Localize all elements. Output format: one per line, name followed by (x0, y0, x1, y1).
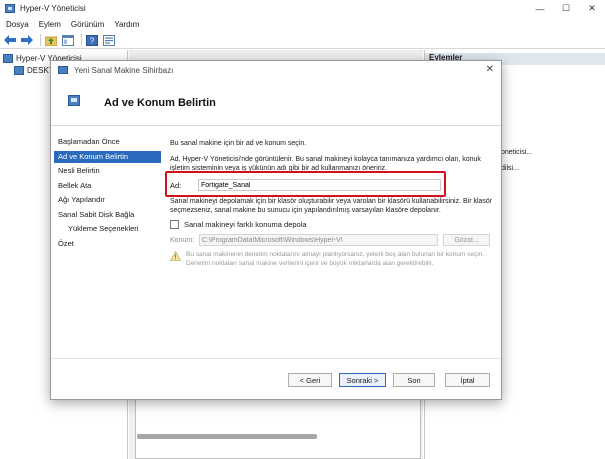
finish-button[interactable]: Son (393, 373, 435, 387)
dialog-close-button[interactable]: ✕ (486, 64, 494, 75)
console-tree-icon[interactable] (61, 33, 75, 47)
back-button[interactable]: < Geri (288, 373, 332, 387)
name-label: Ad: (170, 180, 182, 190)
store-different-location-checkbox[interactable] (170, 220, 179, 229)
maximize-button[interactable]: ☐ (553, 0, 579, 17)
action-item[interactable]: oneticisi... (501, 149, 532, 156)
menu-view[interactable]: Görünüm (71, 20, 104, 29)
wizard-body: Başlamadan Önce Ad ve Konum Belirtin Nes… (51, 127, 501, 358)
dialog-titlebar: Yeni Sanal Makine Sihirbazı ✕ (51, 61, 501, 79)
wizard-icon (58, 66, 68, 74)
toolbar-separator (81, 34, 82, 46)
svg-text:?: ? (90, 36, 95, 45)
wizard-page-title: Ad ve Konum Belirtin (104, 97, 216, 109)
description-text: Ad, Hyper-V Yöneticisi'nde görüntülenir.… (170, 156, 481, 172)
location-input[interactable] (198, 234, 439, 246)
virtual-machine-icon (68, 95, 80, 106)
tree-server-node[interactable]: DESKT (14, 66, 54, 75)
step-name-location[interactable]: Ad ve Konum Belirtin (54, 150, 161, 163)
toolbar: ? (0, 32, 605, 49)
warning-row: Bu sanal makinenin denetim noktalarını a… (169, 250, 490, 268)
storage-info-text: Sanal makineyi depolamak için bir klasör… (170, 198, 493, 214)
toolbar-separator (40, 34, 41, 46)
cancel-button[interactable]: İptal (445, 373, 490, 387)
step-memory[interactable]: Bellek Ata (54, 180, 161, 192)
menu-file[interactable]: Dosya (6, 20, 29, 29)
menu-action[interactable]: Eylem (39, 20, 61, 29)
location-row: Konum: Gözat... (170, 234, 490, 246)
step-install-options[interactable]: Yükleme Seçenekleri (54, 223, 161, 235)
properties-icon[interactable] (102, 33, 116, 47)
help-icon[interactable]: ? (85, 33, 99, 47)
back-arrow-icon[interactable] (3, 33, 17, 47)
step-virtual-disk[interactable]: Sanal Sabit Disk Bağla (54, 209, 161, 221)
main-window-title: Hyper-V Yöneticisi (20, 4, 86, 13)
next-button[interactable]: Sonraki > (339, 373, 386, 387)
menu-help[interactable]: Yardım (114, 20, 139, 29)
warning-icon (169, 250, 182, 268)
intro-text: Bu sanal makine için bir ad ve konum seç… (170, 140, 307, 147)
minimize-button[interactable]: — (527, 0, 553, 17)
horizontal-scrollbar[interactable] (137, 434, 317, 439)
browse-button[interactable]: Gözat... (443, 234, 490, 246)
close-button[interactable]: ✕ (579, 0, 605, 17)
action-item[interactable]: dilsi... (501, 165, 519, 172)
step-before-you-begin[interactable]: Başlamadan Önce (54, 136, 161, 148)
folder-up-icon[interactable] (44, 33, 58, 47)
step-generation[interactable]: Nesli Belirtin (54, 165, 161, 177)
hyperv-app-icon (5, 4, 15, 13)
details-panel (135, 390, 421, 459)
dialog-title: Yeni Sanal Makine Sihirbazı (74, 65, 174, 75)
hyperv-manager-icon (3, 54, 13, 63)
checkbox-label: Sanal makineyi farklı konuma depola (184, 220, 307, 229)
location-label: Konum: (170, 236, 195, 244)
warning-text: Bu sanal makinenin denetim noktalarını a… (186, 251, 485, 267)
step-networking[interactable]: Ağı Yapılandır (54, 194, 161, 206)
server-icon (14, 66, 24, 75)
main-window-titlebar: Hyper-V Yöneticisi — ☐ ✕ (0, 0, 605, 17)
window-controls: — ☐ ✕ (527, 0, 605, 17)
new-vm-wizard-dialog: Yeni Sanal Makine Sihirbazı ✕ Ad ve Konu… (50, 60, 502, 400)
store-different-location-row[interactable]: Sanal makineyi farklı konuma depola (170, 220, 307, 229)
wizard-header: Ad ve Konum Belirtin (51, 79, 501, 126)
wizard-footer: < Geri Sonraki > Son İptal (51, 358, 501, 399)
vm-name-input[interactable] (198, 179, 441, 191)
menu-bar: Dosya Eylem Görünüm Yardım (0, 17, 605, 31)
forward-arrow-icon[interactable] (20, 33, 34, 47)
name-row: Ad: (170, 178, 445, 192)
step-summary[interactable]: Özet (54, 238, 161, 250)
wizard-steps-nav: Başlamadan Önce Ad ve Konum Belirtin Nes… (54, 136, 161, 252)
